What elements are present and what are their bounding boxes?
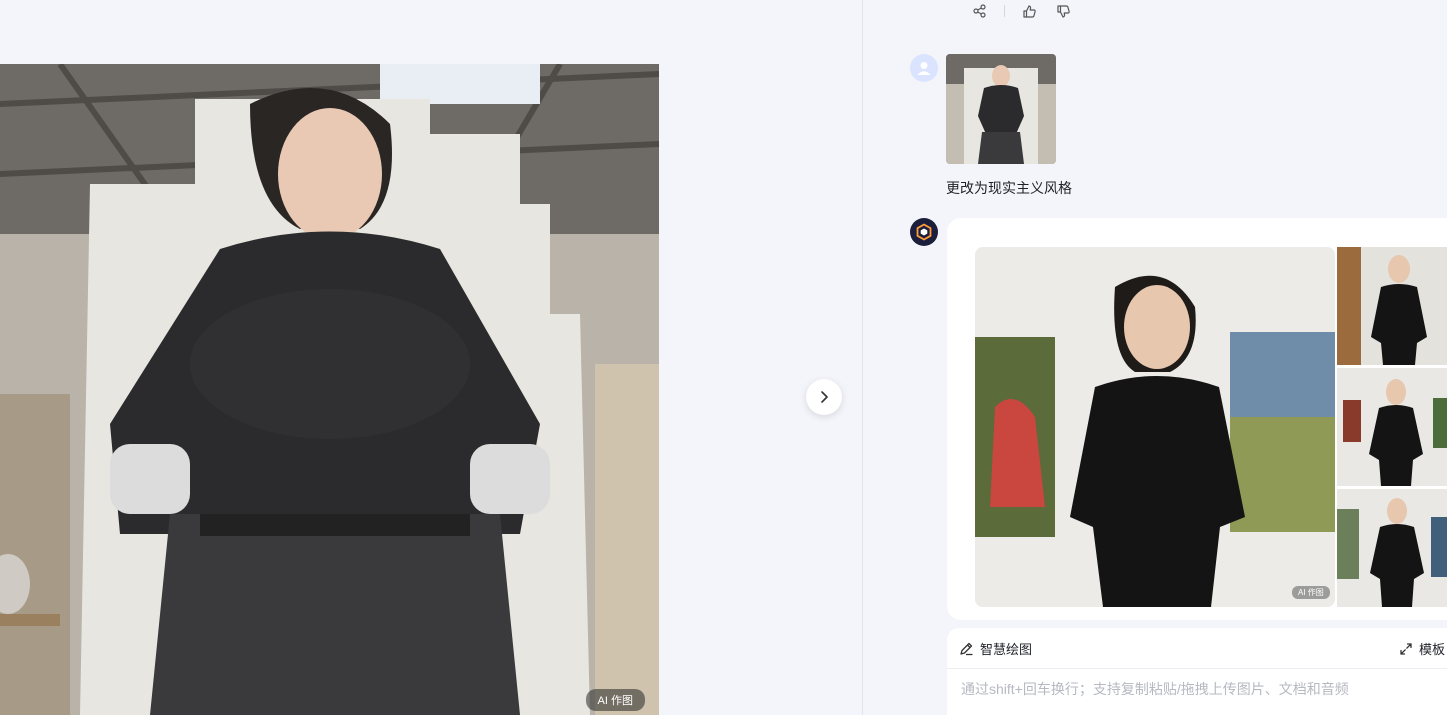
expand-icon	[1400, 642, 1412, 655]
thumbs-up-icon	[1022, 4, 1036, 18]
chat-panel: 更改为现实主义风格 AI 作图 智慧绘图 模板 通过shift+回车换行；支持复…	[863, 0, 1447, 715]
ai-generated-badge-small: AI 作图	[1292, 586, 1330, 599]
like-button[interactable]	[1019, 1, 1039, 21]
generated-image[interactable]: AI 作图	[0, 64, 659, 715]
result-image-thumb-3[interactable]	[1337, 489, 1447, 607]
share-button[interactable]	[970, 1, 990, 21]
result-image-main[interactable]	[975, 247, 1335, 607]
bot-avatar	[910, 218, 938, 246]
user-message-text: 更改为现实主义风格	[946, 180, 1072, 196]
user-avatar	[910, 54, 938, 82]
message-composer: 智慧绘图 模板	[947, 628, 1447, 715]
user-icon	[917, 62, 931, 75]
image-preview-panel: AI 作图	[0, 0, 862, 715]
message-actions	[970, 0, 1447, 22]
smart-drawing-tool[interactable]: 智慧绘图	[959, 639, 1032, 658]
result-image-thumb-2[interactable]	[1337, 368, 1447, 486]
ai-generated-badge: AI 作图	[585, 689, 645, 711]
bot-logo-icon	[916, 223, 932, 241]
action-separator	[1004, 5, 1005, 17]
dislike-button[interactable]	[1053, 1, 1073, 21]
chevron-right-icon	[821, 391, 828, 403]
result-image-thumb-1[interactable]	[1337, 247, 1447, 365]
uploaded-image-thumbnail[interactable]	[946, 54, 1056, 164]
pen-icon	[960, 642, 973, 656]
smart-drawing-label: 智慧绘图	[980, 642, 1033, 657]
bot-response-card: AI 作图	[947, 218, 1447, 620]
next-image-button[interactable]	[806, 379, 842, 415]
thumbs-down-icon	[1056, 4, 1070, 18]
composer-toolbar: 智慧绘图 模板	[947, 628, 1447, 669]
template-label: 模板	[1419, 642, 1446, 657]
share-icon	[973, 4, 986, 18]
message-input[interactable]	[959, 680, 1443, 698]
template-button[interactable]: 模板	[1399, 639, 1445, 658]
